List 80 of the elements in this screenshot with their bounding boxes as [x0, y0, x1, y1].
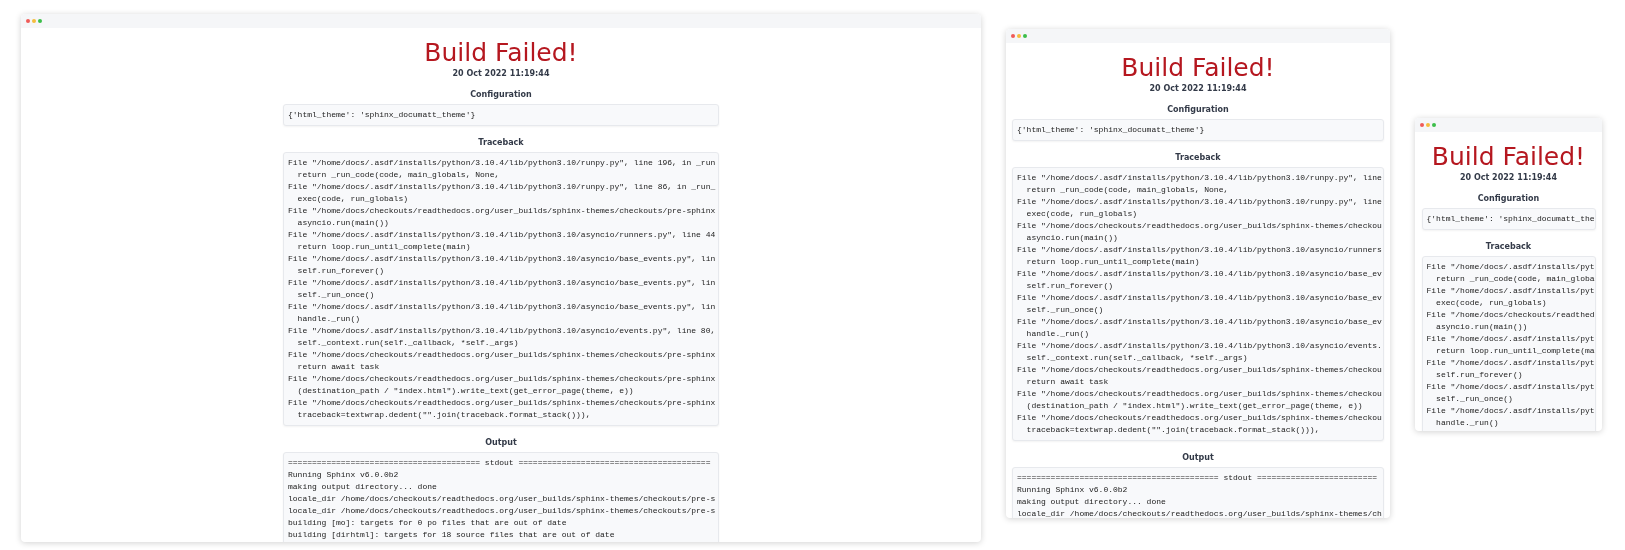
- code-line: self._context.run(self._callback, *self._args): [1025, 352, 1249, 364]
- code-line: Running Sphinx v6.0.0b2: [1017, 484, 1129, 496]
- code-line: File "/home/docs/checkouts/readthedocs.org/user_builds/sphinx-themes/checkou: [1017, 220, 1379, 232]
- timestamp: 20 Oct 2022 11:19:44: [1460, 173, 1557, 182]
- code-line: handle._run(): [296, 313, 361, 325]
- code-line: return _run_code(code, main_globals, None,: [1025, 184, 1230, 196]
- code-line: File "/home/docs/checkouts/readthedocs.org/user_builds/sphinx-themes/checkou: [1017, 388, 1379, 400]
- close-icon[interactable]: [26, 19, 30, 23]
- code-line: return loop.run_until_complete(main): [1025, 256, 1201, 268]
- code-line: File "/home/docs/.asdf/installs/python/3.10.4/lib/python3.10/asyncio/runners.py", line 44: [288, 229, 714, 241]
- code-line: self._run_once(): [1435, 393, 1514, 405]
- code-line: making output directory... done: [1017, 496, 1167, 508]
- section-heading: Output: [485, 438, 517, 447]
- maximize-icon[interactable]: [38, 19, 42, 23]
- section-heading: Configuration: [470, 90, 532, 99]
- section-heading: Traceback: [1175, 153, 1221, 162]
- code-line: {'html_theme': 'sphinx_documatt_theme'}: [288, 109, 477, 121]
- minimize-icon[interactable]: [1426, 123, 1430, 127]
- code-line: File "/home/docs/checkouts/readthedocs.org/user_builds/sphinx-themes/checkouts/pre-sphinx: [288, 205, 714, 217]
- code-line: File "/home/docs/.asdf/installs/python/3.10.4/lib/python3.10/asyncio/events.py", line 80,: [288, 325, 714, 337]
- section-heading: Output: [1182, 453, 1214, 462]
- code-line: (destination_path / "index.html").write_text(get_error_page(theme, e)): [1025, 400, 1364, 412]
- code-line: self.run_forever(): [1025, 280, 1114, 292]
- code-line: exec(code, run_globals): [296, 193, 410, 205]
- code-line: self._run_once(): [296, 289, 376, 301]
- code-line: (destination_path / "index.html").write_text(get_error_page(theme, e)): [296, 385, 635, 397]
- code-line: locale_dir /home/docs/checkouts/readthedocs.org/user_builds/sphinx-themes/checkouts/pre-s: [288, 493, 714, 505]
- code-line: File "/home/docs/.asdf/installs/python/3.10.4/lib/python3.10/asyncio/base_events.py", lin: [288, 301, 714, 313]
- code-line: return loop.run_until_complete(main): [296, 241, 472, 253]
- maximize-icon[interactable]: [1432, 123, 1436, 127]
- code-line: File "/home/docs/.asdf/installs/python/3.10.4/lib/python3.10/asyncio/runners: [1017, 244, 1379, 256]
- code-line: traceback=textwrap.dedent("".join(traceback.format_stack())),: [1025, 424, 1321, 436]
- code-line: self.run_forever(): [1435, 369, 1524, 381]
- code-line: File "/home/docs/.asdf/installs/python/3.10.4/lib/python3.10/asyncio/base_events.py", lin: [288, 277, 714, 289]
- code-line: ======================================== stdout ========================================: [288, 457, 712, 469]
- page-title: Build Failed!: [1431, 142, 1586, 172]
- code-line: Running Sphinx v6.0.0b2: [288, 469, 400, 481]
- code-line: locale_dir /home/docs/checkouts/readthedocs.org/user_builds/sphinx-themes/checkouts/pre-s: [288, 505, 714, 517]
- maximize-icon[interactable]: [1023, 34, 1027, 38]
- code-line: return await task: [1025, 376, 1110, 388]
- code-line: File "/home/docs/.asdf/installs/python/3.10.4/lib/python3.10/asyncio/events.: [1017, 340, 1379, 352]
- code-line: File "/home/docs/checkouts/readthedocs.org/user_builds/sphinx-themes/checkouts/pre-sphinx: [288, 373, 714, 385]
- code-line: building [dirhtml]: targets for 18 source files that are out of date: [288, 529, 616, 541]
- timestamp: 20 Oct 2022 11:19:44: [1149, 84, 1247, 93]
- timestamp: 20 Oct 2022 11:19:44: [452, 69, 550, 78]
- section-heading: Configuration: [1477, 194, 1540, 203]
- code-line: return _run_code(code, main_globals, None,: [296, 169, 501, 181]
- code-line: asyncio.run(main()): [1435, 321, 1529, 333]
- code-line: self.run_forever(): [296, 265, 385, 277]
- code-line: asyncio.run(main()): [1025, 232, 1119, 244]
- code-line: asyncio.run(main()): [296, 217, 390, 229]
- code-line: File "/home/docs/checkouts/readthedocs.org/user_builds/sphinx-themes/checkouts/pre-sphinx: [288, 349, 714, 361]
- code-line: self._context.run(self._callback, *self._args): [296, 337, 520, 349]
- code-line: File "/home/docs/checkouts/readthedocs.org/user_builds/sphinx-themes/checkouts/pre-sphinx: [288, 397, 714, 409]
- section-heading: Configuration: [1167, 105, 1229, 114]
- code-line: File "/home/docs/.asdf/installs/python/3.10.4/lib/python3.10/asyncio/base_events.py", lin: [288, 253, 714, 265]
- page-title: Build Failed!: [1121, 53, 1275, 83]
- code-line: building [mo]: targets for 0 po files that are out of date: [288, 517, 568, 529]
- code-line: making output directory... done: [288, 481, 438, 493]
- code-line: File "/home/docs/.asdf/installs/python/3.10.4/lib/python3.10/runpy.py", line 86, in _run_: [288, 181, 714, 193]
- code-line: handle._run(): [1025, 328, 1090, 340]
- minimize-icon[interactable]: [1017, 34, 1021, 38]
- minimize-icon[interactable]: [32, 19, 36, 23]
- code-line: return await task: [296, 361, 381, 373]
- code-line: locale_dir /home/docs/checkouts/readthedocs.org/user_builds/sphinx-themes/ch: [1017, 508, 1379, 518]
- close-icon[interactable]: [1420, 123, 1424, 127]
- section-heading: Traceback: [478, 138, 524, 147]
- code-line: exec(code, run_globals): [1435, 297, 1548, 309]
- section-heading: Traceback: [1485, 242, 1532, 251]
- code-line: handle._run(): [1435, 417, 1500, 429]
- code-line: exec(code, run_globals): [1025, 208, 1139, 220]
- code-line: File "/home/docs/checkouts/readthedocs.org/user_builds/sphinx-themes/checkou: [1017, 364, 1379, 376]
- code-line: self._run_once(): [1025, 304, 1105, 316]
- code-line: File "/home/docs/checkouts/readthedocs.org/user_builds/sphinx-themes/checkou: [1017, 412, 1379, 424]
- close-icon[interactable]: [1011, 34, 1015, 38]
- page-title: Build Failed!: [424, 38, 578, 68]
- code-line: File "/home/docs/.asdf/installs/python/3.10.4/lib/python3.10/runpy.py", line 196, in _run: [288, 157, 714, 169]
- code-line: traceback=textwrap.dedent("".join(traceback.format_stack())),: [296, 409, 592, 421]
- code-line: {'html_theme': 'sphinx_documatt_theme'}: [1017, 124, 1206, 136]
- code-line: ========================================== stdout =========================: [1017, 472, 1379, 484]
